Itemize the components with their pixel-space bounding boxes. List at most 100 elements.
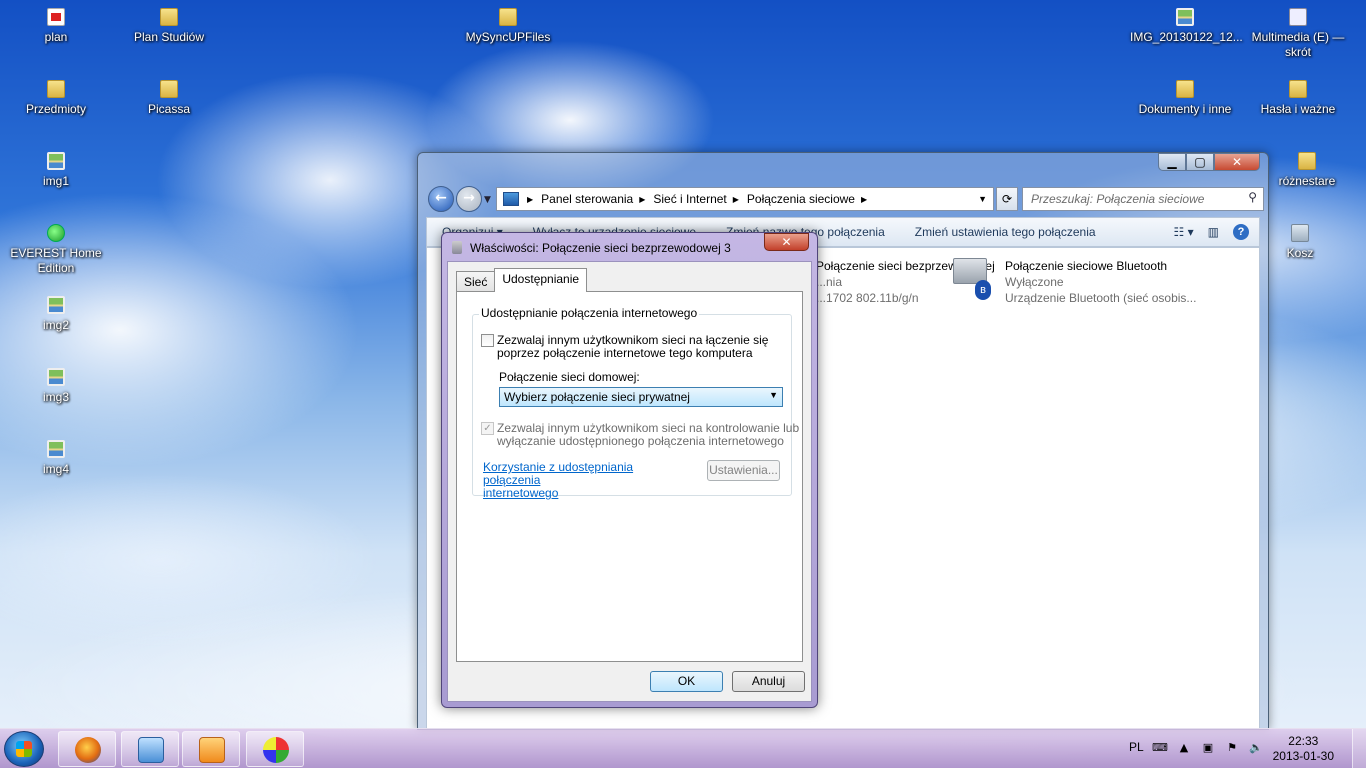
help-icon[interactable]: ?: [1233, 224, 1249, 240]
connection-device: Urządzenie Bluetooth (sieć osobis...: [1005, 291, 1197, 305]
desktop-icon-picassa[interactable]: Picassa: [114, 80, 224, 117]
image-icon: [47, 152, 65, 170]
dialog-title: Właściwości: Połączenie sieci bezprzewod…: [470, 241, 731, 255]
desktop-icon-plan[interactable]: plan: [1, 8, 111, 45]
desktop-icon-img3[interactable]: img3: [1, 368, 111, 405]
desktop-icon-img1[interactable]: img1: [1, 152, 111, 189]
folder-icon: [47, 80, 65, 98]
desktop-icon-img4[interactable]: img4: [1, 440, 111, 477]
desktop-icon-mysyncupfiles[interactable]: MySyncUPFiles: [453, 8, 563, 45]
app-icon: [47, 224, 65, 242]
address-bar[interactable]: ▶ Panel sterowania ▶ Sieć i Internet ▶ P…: [496, 187, 994, 211]
refresh-button[interactable]: ⟳: [996, 187, 1018, 211]
desktop-icon-dokumenty[interactable]: Dokumenty i inne: [1130, 80, 1240, 117]
search-input[interactable]: Przeszukaj: Połączenia sieciowe ⚲: [1022, 187, 1264, 211]
address-dropdown-icon[interactable]: ▼: [978, 194, 987, 204]
show-desktop-button[interactable]: [1352, 729, 1366, 768]
tab-siec[interactable]: Sieć: [456, 271, 496, 291]
desktop-icon-plan-studiow[interactable]: Plan Studiów: [114, 8, 224, 45]
chevron-down-icon: ▼: [484, 195, 491, 205]
taskbar-control-panel[interactable]: [121, 731, 179, 767]
dialog-body: Sieć Udostępnianie Udostępnianie połącze…: [447, 261, 812, 702]
navigation-bar: ← → ▼ ▶ Panel sterowania ▶ Sieć i Intern…: [426, 183, 1264, 213]
connection-title: Połączenie sieciowe Bluetooth: [1005, 259, 1168, 273]
chevron-down-icon: ▼: [769, 390, 778, 400]
keyboard-icon[interactable]: ⌨: [1152, 742, 1168, 754]
maximize-button[interactable]: ▢: [1186, 153, 1214, 171]
breadcrumb-separator-icon: ▶: [639, 194, 646, 204]
folder-icon: [1289, 80, 1307, 98]
image-icon: [47, 296, 65, 314]
media-player-icon: [199, 737, 225, 763]
breadcrumb-panel-sterowania[interactable]: Panel sterowania: [541, 192, 633, 206]
bluetooth-icon: ʙ: [975, 280, 991, 300]
minimize-button[interactable]: ▁: [1158, 153, 1186, 171]
allow-share-label-2: poprzez połączenie internetowe tego komp…: [497, 346, 753, 360]
view-options-icon[interactable]: ☷ ▾: [1174, 225, 1194, 239]
flag-icon[interactable]: ⚑: [1225, 742, 1239, 754]
desktop-icon-img2[interactable]: img2: [1, 296, 111, 333]
paint-icon: [263, 737, 289, 763]
arrow-left-icon: ←: [435, 190, 447, 206]
checkmark-icon: ✓: [483, 423, 492, 434]
connection-status: Wyłączone: [1005, 275, 1064, 289]
desktop-icon-img-20130122[interactable]: IMG_20130122_12...: [1130, 8, 1243, 45]
language-label: PL: [1129, 740, 1144, 754]
desktop-icon-multimedia-shortcut[interactable]: Multimedia (E) — skrót: [1243, 8, 1353, 60]
clock-date: 2013-01-30: [1272, 749, 1334, 763]
arrow-right-icon: →: [463, 190, 475, 206]
recent-pages-dropdown[interactable]: ▼: [484, 195, 491, 205]
back-button[interactable]: ←: [428, 186, 454, 212]
change-settings-button[interactable]: Zmień ustawienia tego połączenia: [900, 225, 1111, 239]
home-network-select[interactable]: Wybierz połączenie sieci prywatnej ▼: [499, 387, 783, 407]
ics-help-link-line2: internetowego: [483, 486, 559, 500]
breadcrumb-separator-icon: ▶: [527, 194, 534, 204]
recycle-bin-icon: [1291, 224, 1309, 242]
image-icon: [47, 440, 65, 458]
allow-control-label-2: wyłączanie udostępnionego połączenia int…: [497, 434, 784, 448]
forward-button[interactable]: →: [456, 186, 482, 212]
dialog-close-button[interactable]: ✕: [764, 233, 809, 251]
ics-group-title: Udostępnianie połączenia internetowego: [479, 306, 700, 320]
cancel-button[interactable]: Anuluj: [732, 671, 805, 692]
ok-button[interactable]: OK: [650, 671, 723, 692]
close-button[interactable]: ✕: [1214, 153, 1260, 171]
breadcrumb-separator-icon: ▶: [860, 194, 868, 204]
folder-icon: [160, 80, 178, 98]
volume-icon[interactable]: 🔈: [1249, 742, 1263, 754]
list-item-bluetooth[interactable]: Połączenie sieciowe Bluetooth Wyłączone …: [1005, 258, 1196, 306]
dialog-tabs: Sieć Udostępnianie: [456, 268, 588, 292]
taskbar-paint[interactable]: [246, 731, 304, 767]
tab-udostepnianie[interactable]: Udostępnianie: [494, 268, 588, 292]
allow-control-checkbox[interactable]: ✓: [481, 422, 494, 435]
settings-button[interactable]: Ustawienia...: [707, 460, 780, 481]
network-icon: [452, 241, 462, 254]
window-caption-buttons: ▁ ▢ ✕: [1158, 153, 1260, 171]
folder-icon: [499, 8, 517, 26]
properties-dialog: Właściwości: Połączenie sieci bezprzewod…: [441, 232, 818, 708]
home-network-label: Połączenie sieci domowej:: [499, 370, 640, 384]
clock[interactable]: 22:33 2013-01-30: [1273, 734, 1334, 764]
taskbar-media-player[interactable]: [182, 731, 240, 767]
ics-help-link-line1: Korzystanie z udostępniania połączenia: [483, 460, 634, 487]
start-button[interactable]: [4, 731, 44, 767]
search-icon[interactable]: ⚲: [1248, 190, 1257, 204]
device-icon[interactable]: ▣: [1201, 742, 1215, 754]
folder-icon: [1298, 152, 1316, 170]
breadcrumb-separator-icon: ▶: [732, 194, 739, 204]
search-placeholder: Przeszukaj: Połączenia sieciowe: [1031, 192, 1205, 206]
breadcrumb-polaczenia-sieciowe[interactable]: Połączenia sieciowe: [747, 192, 855, 206]
breadcrumb-siec-i-internet[interactable]: Sieć i Internet: [653, 192, 726, 206]
allow-share-checkbox[interactable]: [481, 334, 494, 347]
desktop-icon-przedmioty[interactable]: Przedmioty: [1, 80, 111, 117]
preview-pane-icon[interactable]: ▥: [1208, 225, 1219, 239]
desktop-icon-hasla[interactable]: Hasła i ważne: [1243, 80, 1353, 117]
image-icon: [47, 368, 65, 386]
refresh-icon: ⟳: [1001, 192, 1013, 206]
show-hidden-icons-icon[interactable]: ▲: [1177, 742, 1191, 754]
desktop-icon-everest[interactable]: EVEREST Home Edition: [1, 224, 111, 276]
connection-device: ...1702 802.11b/g/n: [816, 291, 919, 305]
taskbar-firefox[interactable]: [58, 731, 116, 767]
ics-help-link[interactable]: Korzystanie z udostępniania połączenia in…: [483, 461, 683, 500]
folder-icon: [160, 8, 178, 26]
